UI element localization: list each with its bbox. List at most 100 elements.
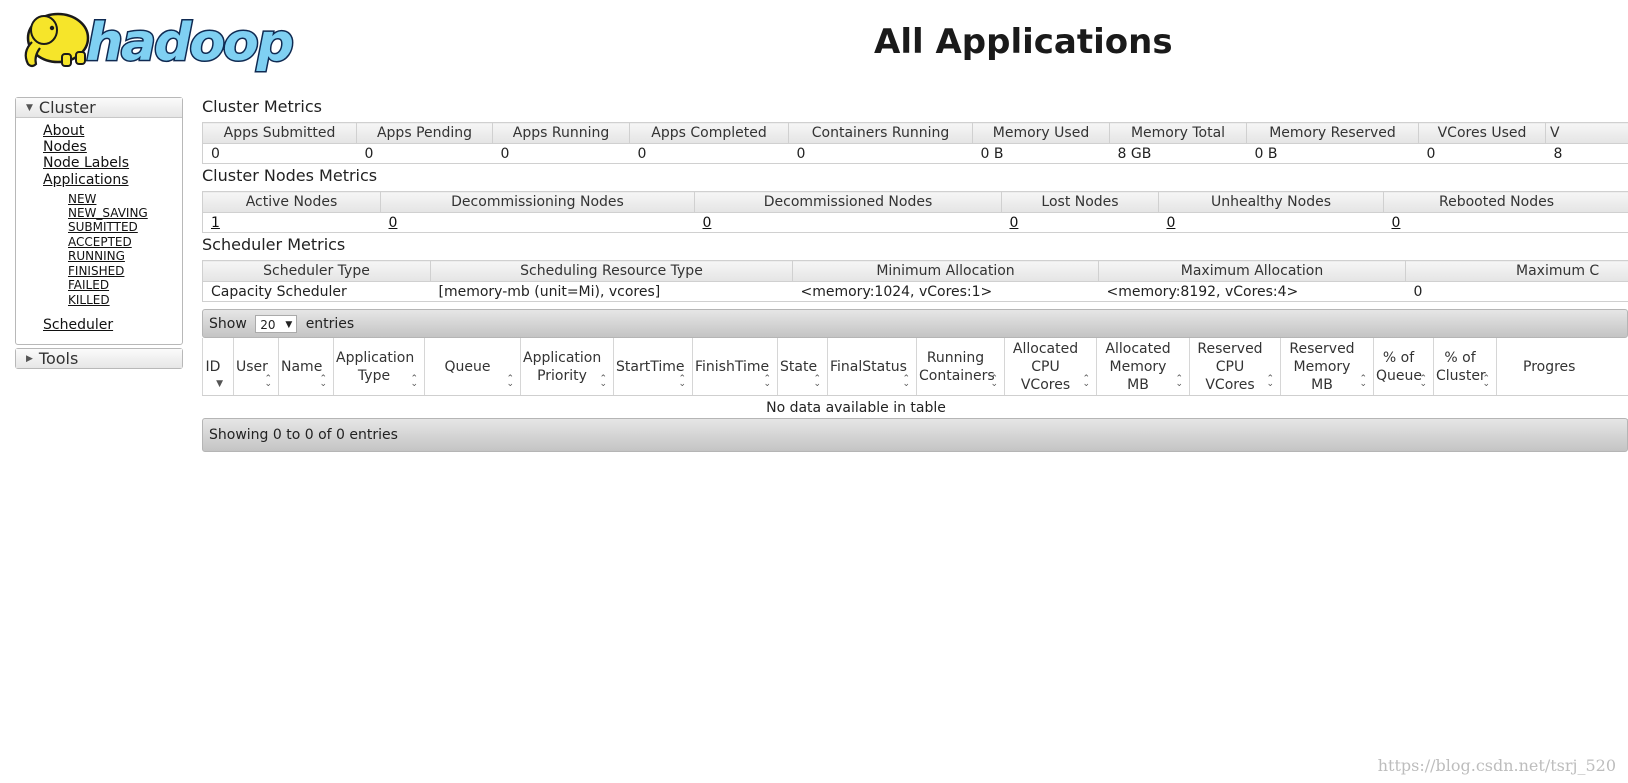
col-header-label: CPU bbox=[1215, 358, 1245, 375]
col-header-application-priority[interactable]: Application Priority ⌃ ⌄ bbox=[520, 338, 614, 396]
active-nodes-link[interactable]: 1 bbox=[211, 215, 220, 231]
sort-both-icon: ⌃ ⌄ bbox=[1482, 374, 1490, 389]
col-header-label: MB bbox=[1311, 376, 1333, 393]
nav-app-new-saving[interactable]: NEW_SAVING bbox=[68, 206, 148, 220]
metric-header: Active Nodes bbox=[202, 191, 381, 213]
col-header-allocated-cpu-vcores[interactable]: Allocated CPU VCores ⌃ ⌄ bbox=[1004, 338, 1097, 396]
triangle-down-icon: ▼ bbox=[26, 103, 33, 113]
elephant-icon bbox=[24, 12, 90, 68]
sort-both-icon: ⌃ ⌄ bbox=[264, 374, 272, 389]
tools-nav-label: Tools bbox=[38, 349, 79, 368]
nav-applications[interactable]: Applications bbox=[43, 172, 129, 188]
sort-both-icon: ⌃ ⌄ bbox=[1359, 374, 1367, 389]
sort-both-icon: ⌃ ⌄ bbox=[319, 374, 327, 389]
col-header-percent-of-queue[interactable]: % of Queue ⌃ ⌄ bbox=[1373, 338, 1434, 396]
lost-nodes-link[interactable]: 0 bbox=[1010, 215, 1019, 231]
nav-app-running[interactable]: RUNNING bbox=[68, 249, 125, 263]
col-header-id[interactable]: ID ▼ bbox=[202, 338, 234, 396]
nav-node-labels[interactable]: Node Labels bbox=[43, 155, 129, 171]
nav-app-killed[interactable]: KILLED bbox=[68, 293, 110, 307]
sort-both-icon: ⌃ ⌄ bbox=[990, 374, 998, 389]
watermark: https://blog.csdn.net/tsrj_520 bbox=[1377, 756, 1616, 775]
metric-header: Lost Nodes bbox=[1001, 191, 1159, 213]
unhealthy-nodes-link[interactable]: 0 bbox=[1167, 215, 1176, 231]
tools-nav-header[interactable]: ▶ Tools bbox=[16, 349, 182, 368]
metric-header: Apps Completed bbox=[629, 122, 789, 144]
col-header-state[interactable]: State ⌃ ⌄ bbox=[777, 338, 828, 396]
metric-value: 0 B bbox=[972, 143, 1110, 164]
col-header-percent-of-cluster[interactable]: % of Cluster ⌃ ⌄ bbox=[1433, 338, 1497, 396]
nav-app-accepted[interactable]: ACCEPTED bbox=[68, 235, 132, 249]
page-size-select[interactable]: 20 ▼ bbox=[255, 315, 298, 333]
col-header-label: User bbox=[236, 358, 268, 375]
col-header-queue[interactable]: Queue ⌃ ⌄ bbox=[424, 338, 521, 396]
col-header-label: Name bbox=[281, 358, 323, 375]
nav-app-finished[interactable]: FINISHED bbox=[68, 264, 124, 278]
nav-app-submitted[interactable]: SUBMITTED bbox=[68, 220, 138, 234]
metric-header: Apps Submitted bbox=[202, 122, 357, 144]
col-header-start-time[interactable]: StartTime ⌃ ⌄ bbox=[613, 338, 693, 396]
col-header-label: Memory bbox=[1293, 358, 1351, 375]
metric-header: Apps Pending bbox=[356, 122, 493, 144]
col-header-reserved-cpu-vcores[interactable]: Reserved CPU VCores ⌃ ⌄ bbox=[1189, 338, 1281, 396]
col-header-label: % of bbox=[1444, 349, 1476, 366]
col-header-label: Containers bbox=[919, 367, 995, 384]
col-header-label: StartTime bbox=[616, 358, 685, 375]
cluster-metrics-title: Cluster Metrics bbox=[202, 97, 322, 116]
col-header-allocated-memory-mb[interactable]: Allocated Memory MB ⌃ ⌄ bbox=[1096, 338, 1190, 396]
node-metrics-title: Cluster Nodes Metrics bbox=[202, 166, 378, 185]
metric-value: <memory:1024, vCores:1> bbox=[792, 281, 1099, 302]
metric-header: Scheduler Type bbox=[202, 260, 431, 282]
col-header-label: Progres bbox=[1523, 358, 1576, 375]
logo-wordmark: hadoop bbox=[86, 13, 293, 73]
col-header-label: VCores bbox=[1020, 376, 1071, 393]
col-header-reserved-memory-mb[interactable]: Reserved Memory MB ⌃ ⌄ bbox=[1280, 338, 1374, 396]
col-header-label: MB bbox=[1127, 376, 1149, 393]
decommissioning-nodes-link[interactable]: 0 bbox=[389, 215, 398, 231]
nav-nodes[interactable]: Nodes bbox=[43, 139, 87, 155]
apps-header-row: ID ▼ User ⌃ ⌄ Name ⌃ ⌄ Application Type ⌃ ⌄ Queue ⌃ ⌄ A… bbox=[202, 338, 1628, 396]
caret-down-icon: ▼ bbox=[285, 320, 293, 330]
cluster-nav-header[interactable]: ▼ Cluster bbox=[16, 98, 182, 118]
col-header-label: Queue bbox=[444, 358, 491, 375]
nav-app-new[interactable]: NEW bbox=[68, 192, 96, 206]
tools-nav: ▶ Tools bbox=[15, 348, 183, 369]
col-header-finish-time[interactable]: FinishTime ⌃ ⌄ bbox=[692, 338, 778, 396]
col-header-label: ID bbox=[205, 358, 221, 375]
col-header-progress[interactable]: Progres bbox=[1496, 338, 1628, 396]
col-header-label: FinalStatus bbox=[830, 358, 907, 375]
nav-scheduler[interactable]: Scheduler bbox=[43, 317, 113, 333]
metric-header: Unhealthy Nodes bbox=[1158, 191, 1384, 213]
metric-value: 0 bbox=[1418, 143, 1546, 164]
scheduler-metrics-table: Scheduler Type Scheduling Resource Type … bbox=[202, 260, 1628, 302]
col-header-label: Reserved bbox=[1197, 340, 1263, 357]
metric-value: <memory:8192, vCores:4> bbox=[1098, 281, 1406, 302]
sort-both-icon: ⌃ ⌄ bbox=[678, 374, 686, 389]
rebooted-nodes-link[interactable]: 0 bbox=[1392, 215, 1401, 231]
node-metrics-table: Active Nodes Decommissioning Nodes Decom… bbox=[202, 191, 1628, 233]
col-header-running-containers[interactable]: Running Containers ⌃ ⌄ bbox=[916, 338, 1005, 396]
col-header-label: % of bbox=[1382, 349, 1415, 366]
nav-about[interactable]: About bbox=[43, 123, 84, 139]
metric-value: 0 bbox=[629, 143, 789, 164]
empty-table-message: No data available in table bbox=[202, 395, 1628, 420]
scheduler-metrics-title: Scheduler Metrics bbox=[202, 235, 346, 254]
nav-app-failed[interactable]: FAILED bbox=[68, 278, 109, 292]
metric-header: Apps Running bbox=[492, 122, 630, 144]
metric-header: Memory Used bbox=[972, 122, 1110, 144]
col-header-application-type[interactable]: Application Type ⌃ ⌄ bbox=[333, 338, 425, 396]
metric-value: 0 bbox=[788, 143, 973, 164]
col-header-final-status[interactable]: FinalStatus ⌃ ⌄ bbox=[827, 338, 917, 396]
sort-both-icon: ⌃ ⌄ bbox=[813, 374, 821, 389]
decommissioned-nodes-link[interactable]: 0 bbox=[703, 215, 712, 231]
metric-header: VCores Used bbox=[1418, 122, 1546, 144]
col-header-name[interactable]: Name ⌃ ⌄ bbox=[278, 338, 334, 396]
sort-both-icon: ⌃ ⌄ bbox=[902, 374, 910, 389]
col-header-label: Memory bbox=[1109, 358, 1167, 375]
col-header-user[interactable]: User ⌃ ⌄ bbox=[233, 338, 279, 396]
showing-entries-text: Showing 0 to 0 of 0 entries bbox=[209, 427, 398, 443]
metric-value: 0 bbox=[492, 143, 630, 164]
hadoop-logo: hadoop bbox=[24, 12, 296, 75]
col-header-label: Reserved bbox=[1289, 340, 1355, 357]
cluster-metrics-table: Apps Submitted Apps Pending Apps Running… bbox=[202, 122, 1628, 164]
